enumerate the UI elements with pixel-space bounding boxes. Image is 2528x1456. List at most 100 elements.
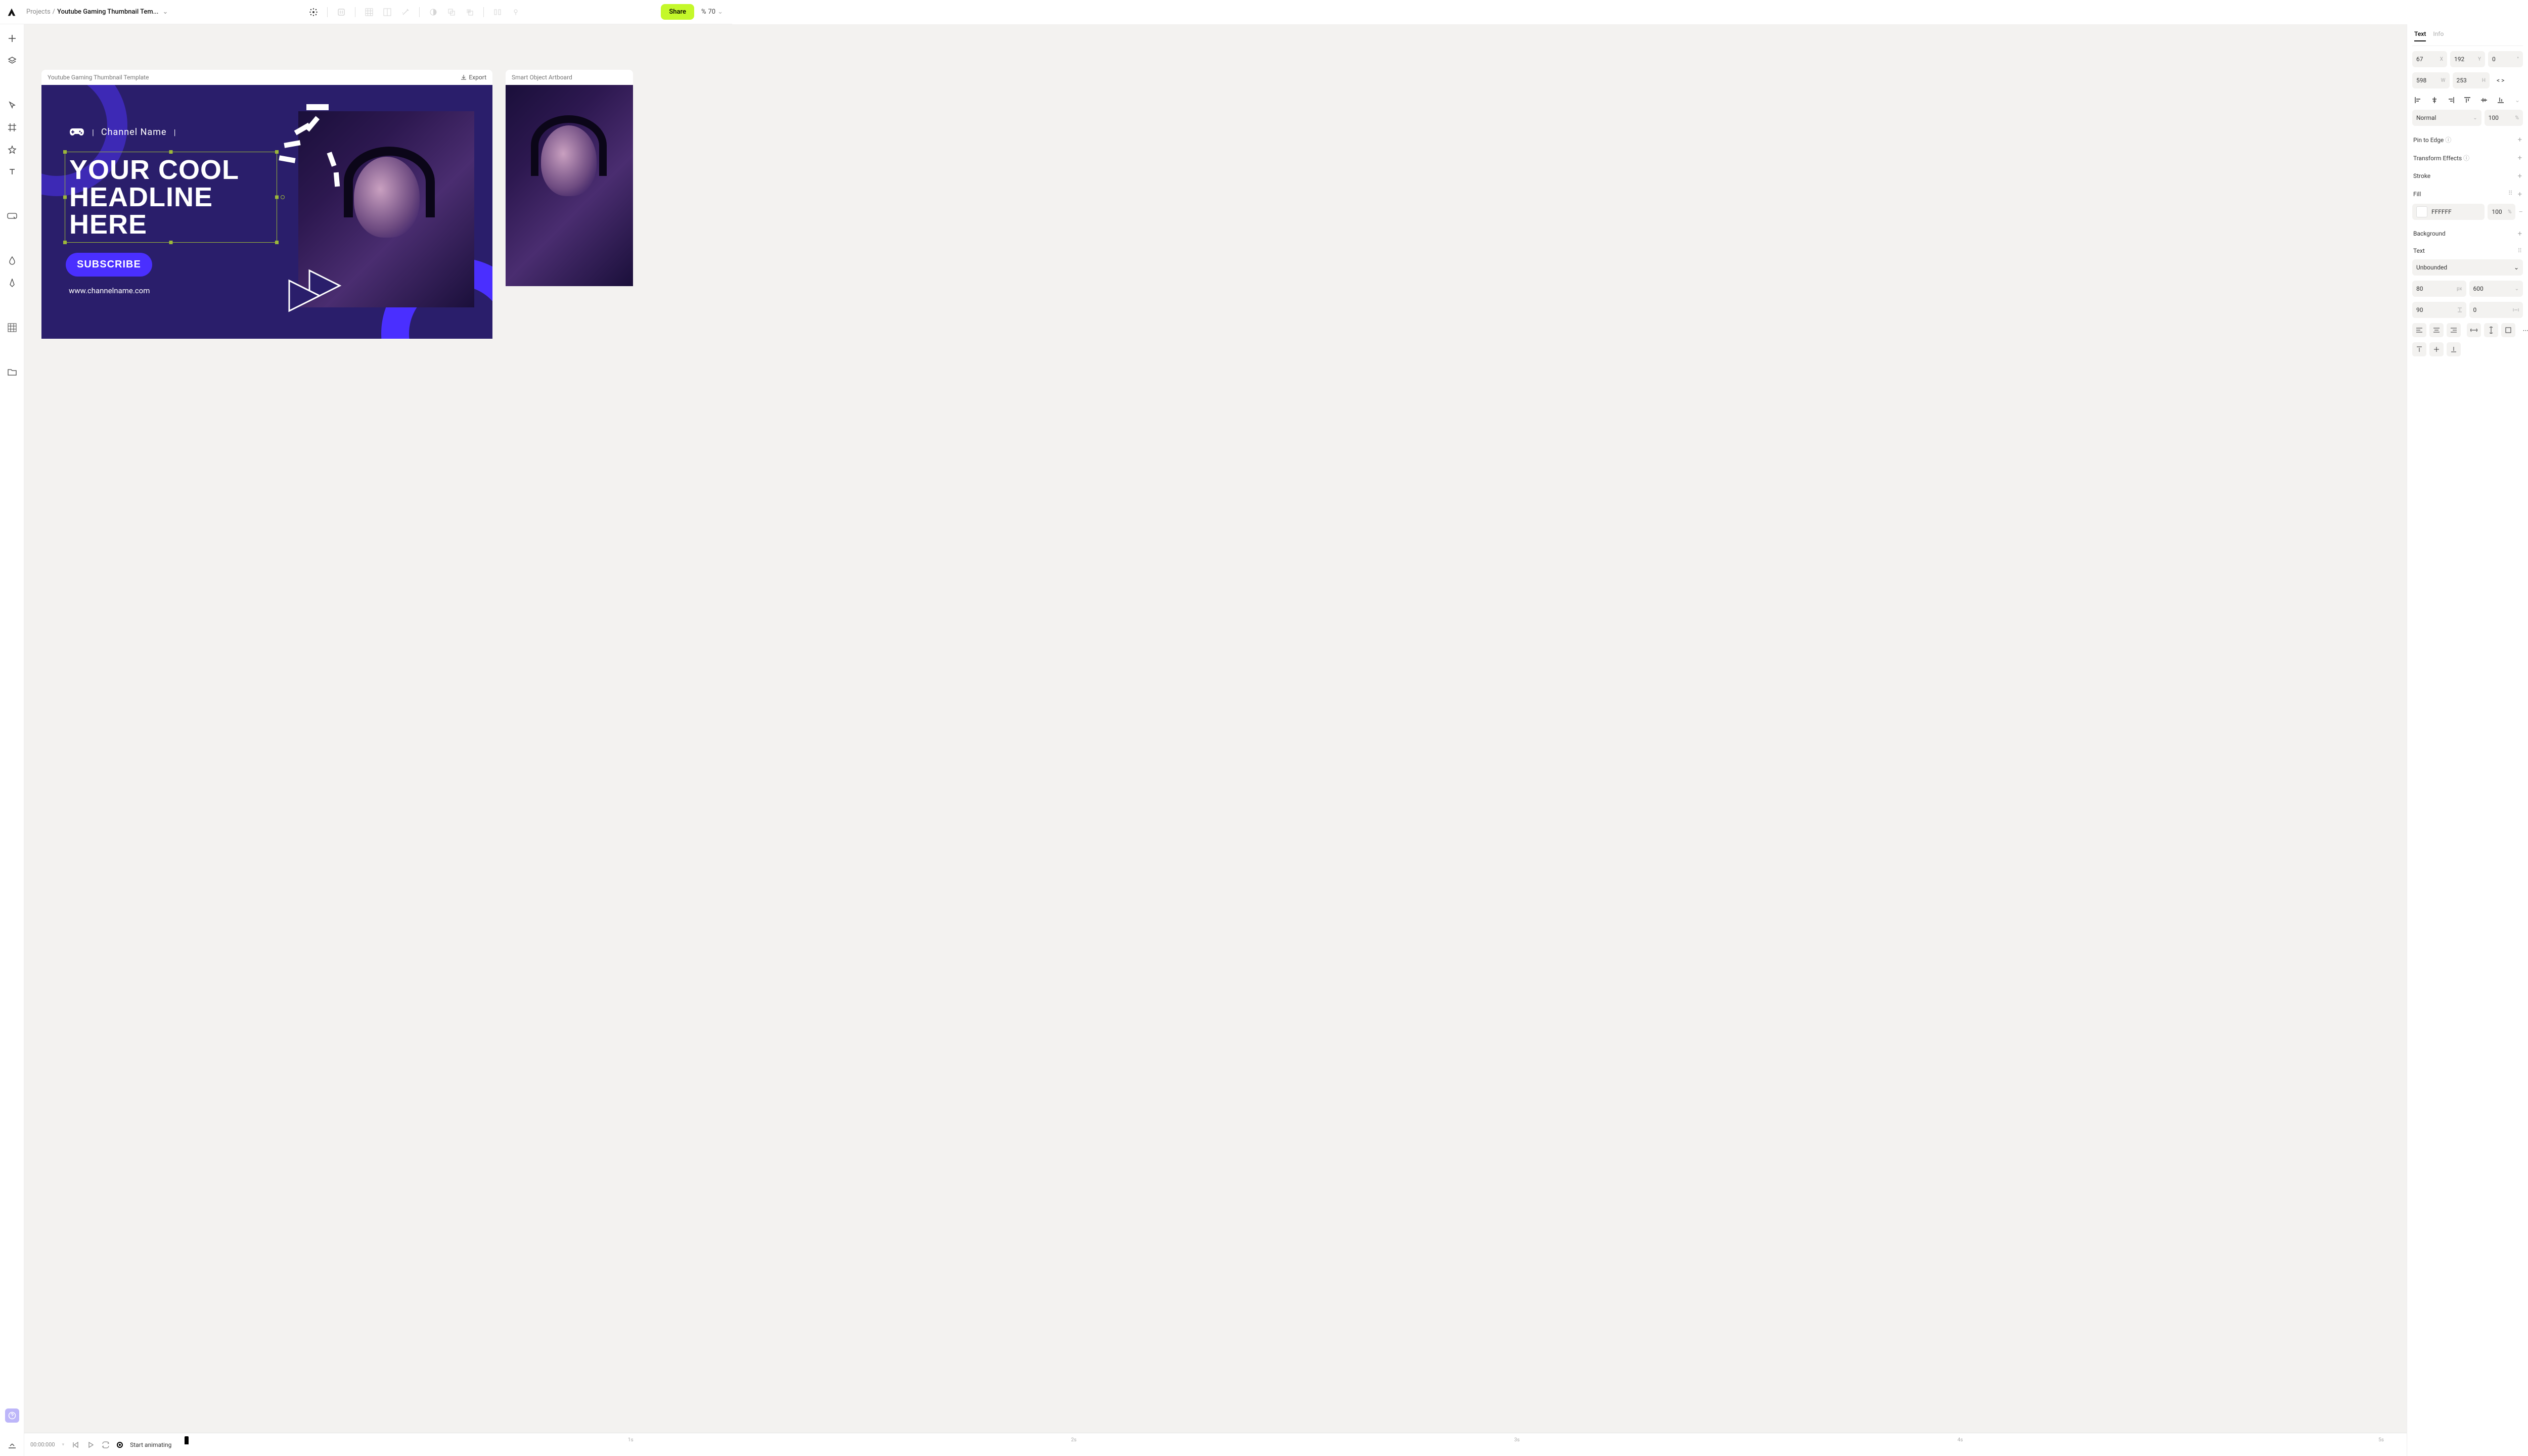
distribute-icon[interactable] [493, 8, 502, 17]
share-button[interactable]: Share [661, 4, 694, 20]
add-transform-button[interactable]: + [2517, 153, 2522, 162]
grid-icon[interactable] [365, 8, 374, 17]
pipe: | [92, 127, 94, 137]
align-center-h-icon[interactable] [2430, 96, 2439, 105]
website-text[interactable]: www.channelname.com [69, 286, 150, 295]
table-icon[interactable] [7, 323, 17, 333]
fill-opacity-field[interactable]: 100% [2488, 204, 2515, 220]
info-icon[interactable]: ⓘ [2463, 155, 2469, 162]
fill-color-field[interactable]: FFFFFF [2412, 204, 2485, 220]
contrast-icon[interactable] [429, 8, 438, 17]
text-grid-icon[interactable]: ⠿ [2517, 247, 2522, 254]
subscribe-button[interactable]: SUBSCRIBE [66, 253, 152, 277]
skip-back-icon[interactable] [71, 1441, 79, 1449]
app-logo[interactable] [6, 7, 17, 18]
artboard2-header[interactable]: Smart Object Artboard [506, 70, 633, 85]
add-stroke-button[interactable]: + [2517, 171, 2522, 180]
frame-icon[interactable] [7, 122, 17, 132]
add-bg-button[interactable]: + [2517, 229, 2522, 238]
channel-row[interactable]: | Channel Name | [69, 126, 175, 138]
record-icon[interactable] [117, 1442, 123, 1448]
clip-icon[interactable] [337, 8, 346, 17]
chevron-down-icon[interactable]: ⌄ [163, 8, 168, 16]
auto-width-button[interactable] [2467, 323, 2481, 337]
blend-mode-select[interactable]: Normal⌄ [2412, 110, 2481, 126]
align-bottom-icon[interactable] [2496, 96, 2505, 105]
wand-icon[interactable] [401, 8, 410, 17]
font-size-field[interactable]: 80px [2412, 281, 2466, 297]
align-top-icon[interactable] [2463, 96, 2472, 105]
canvas[interactable]: Youtube Gaming Thumbnail Template Export [24, 24, 2407, 1456]
align-left-icon[interactable] [2413, 96, 2422, 105]
time-mark: 4s [1957, 1437, 1963, 1443]
fill-grid-icon[interactable]: ⠿ [2508, 190, 2513, 199]
separator [483, 7, 484, 17]
collapse-icon[interactable] [7, 1441, 17, 1451]
font-weight-select[interactable]: 600⌄ [2469, 281, 2523, 297]
text-valign-bottom-button[interactable] [2447, 342, 2461, 356]
sparkle-icon[interactable] [309, 8, 318, 17]
cell-icon[interactable] [383, 8, 392, 17]
selection-box[interactable]: YOUR COOL HEADLINE HERE [65, 152, 277, 243]
color-swatch[interactable] [2416, 206, 2427, 217]
channel-name-text[interactable]: Channel Name [101, 127, 167, 138]
timeline-track[interactable]: 1s 2s 3s 4s 5s [185, 1433, 2401, 1456]
letter-spacing-field[interactable]: 0 [2469, 302, 2523, 318]
aspect-lock[interactable]: < > [2493, 72, 2523, 88]
artboard2-body[interactable] [506, 85, 633, 286]
x-field[interactable]: 67X [2412, 51, 2447, 67]
fixed-size-button[interactable] [2501, 323, 2515, 337]
headline-text[interactable]: YOUR COOL HEADLINE HERE [65, 152, 277, 242]
remove-fill-button[interactable]: − [2518, 207, 2523, 216]
breadcrumb[interactable]: Projects / Youtube Gaming Thumbnail Tem.… [26, 8, 168, 16]
pin-icon[interactable] [511, 8, 520, 17]
subtract-icon[interactable] [465, 8, 474, 17]
drop-icon[interactable] [7, 256, 17, 266]
loop-icon[interactable] [102, 1441, 110, 1449]
align-right-icon[interactable] [2447, 96, 2456, 105]
text-align-center-button[interactable] [2429, 323, 2444, 337]
button-icon[interactable] [7, 211, 17, 221]
info-icon[interactable]: ⓘ [2445, 136, 2451, 144]
layers-icon[interactable] [7, 56, 17, 66]
add-fill-button[interactable]: + [2517, 190, 2522, 199]
text-align-left-button[interactable] [2412, 323, 2426, 337]
breadcrumb-current[interactable]: Youtube Gaming Thumbnail Tem... [57, 8, 158, 16]
font-family-select[interactable]: Unbounded⌄ [2412, 259, 2523, 276]
height-field[interactable]: 253H [2453, 72, 2490, 88]
cursor-icon[interactable] [7, 100, 17, 110]
text-valign-top-button[interactable] [2412, 342, 2426, 356]
play-icon[interactable] [86, 1441, 95, 1449]
help-button[interactable] [5, 1408, 19, 1423]
align-center-v-icon[interactable] [2479, 96, 2489, 105]
tab-text[interactable]: Text [2414, 30, 2426, 41]
tab-info[interactable]: Info [2433, 30, 2444, 41]
breadcrumb-root[interactable]: Projects [26, 8, 51, 16]
chevron-down-icon[interactable]: ⌄ [2513, 96, 2522, 105]
add-icon[interactable] [7, 33, 17, 43]
rotate-handle[interactable] [281, 195, 285, 199]
y-field[interactable]: 192Y [2450, 51, 2485, 67]
export-button[interactable]: Export [461, 74, 486, 81]
union-icon[interactable] [447, 8, 456, 17]
text-align-right-button[interactable] [2447, 323, 2461, 337]
pen-icon[interactable] [7, 278, 17, 288]
line-height-field[interactable]: 90 [2412, 302, 2466, 318]
chevron-down-icon[interactable]: ▾ [62, 1442, 65, 1447]
text-valign-middle-button[interactable] [2429, 342, 2444, 356]
artboard-body[interactable]: | Channel Name | YOUR COOL HEADLINE HERE… [41, 85, 492, 339]
artboard-title[interactable]: Youtube Gaming Thumbnail Template [48, 74, 149, 81]
auto-height-button[interactable] [2484, 323, 2498, 337]
more-button[interactable]: ⋯ [2518, 323, 2528, 337]
star-icon[interactable] [7, 145, 17, 155]
opacity-field[interactable]: 100% [2485, 110, 2523, 126]
playhead[interactable] [185, 1436, 189, 1444]
start-animating-label[interactable]: Start animating [130, 1441, 171, 1448]
zoom-control[interactable]: %70 ⌄ [698, 8, 726, 16]
folder-icon[interactable] [7, 367, 17, 377]
time-mark: 2s [1071, 1437, 1076, 1443]
text-icon[interactable] [7, 167, 17, 177]
rotation-field[interactable]: 0° [2488, 51, 2523, 67]
add-pin-button[interactable]: + [2517, 135, 2522, 144]
width-field[interactable]: 598W [2412, 72, 2450, 88]
